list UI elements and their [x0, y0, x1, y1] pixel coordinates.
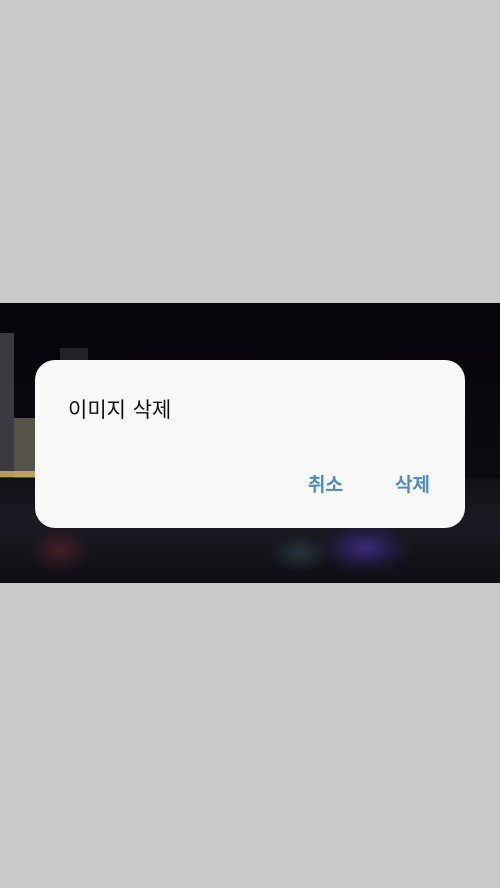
dialog-title: 이미지 삭제 [68, 398, 172, 422]
cancel-button[interactable]: 취소 [304, 468, 347, 499]
building-silhouette [0, 333, 14, 483]
delete-button[interactable]: 삭제 [391, 468, 434, 499]
delete-image-dialog: 이미지 삭제 취소 삭제 [35, 360, 465, 528]
shore-lights [0, 471, 40, 477]
light-reflection [30, 528, 90, 573]
light-reflection [320, 523, 410, 573]
